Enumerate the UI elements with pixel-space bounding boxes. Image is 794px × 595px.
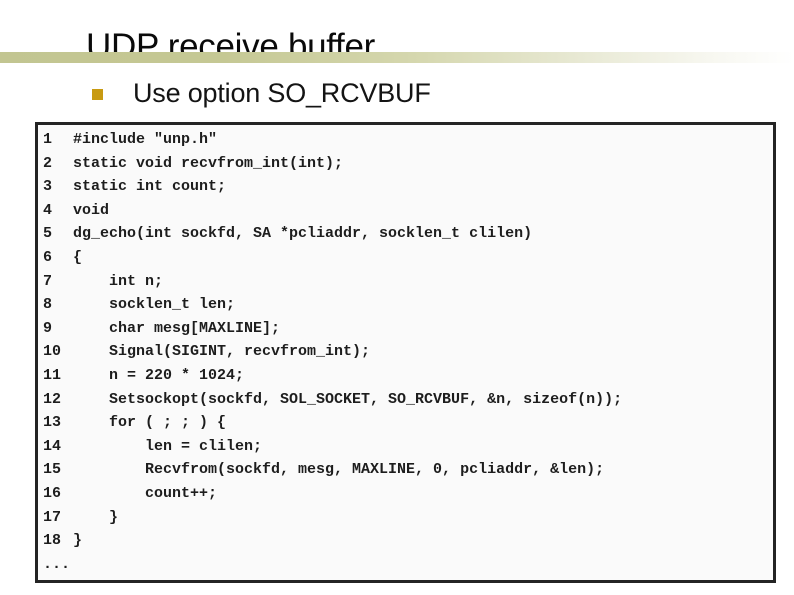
- code-line-text: int n;: [73, 272, 164, 290]
- code-line-number: 10: [43, 343, 62, 361]
- code-line: 14 len = clilen;: [38, 438, 773, 462]
- code-line-text: #include "unp.h": [73, 131, 218, 148]
- code-line: 16 count++;: [38, 485, 773, 509]
- code-line: 6{: [38, 249, 773, 273]
- page-title: UDP receive buffer: [86, 27, 376, 67]
- code-line-text: static int count;: [73, 178, 227, 196]
- code-line-number: 5: [43, 225, 53, 243]
- title-divider: [0, 52, 794, 63]
- code-line-text: Recvfrom(sockfd, mesg, MAXLINE, 0, pclia…: [73, 461, 605, 479]
- code-line-number: 4: [43, 201, 53, 219]
- code-line-number: 18: [43, 532, 62, 550]
- code-line: 15 Recvfrom(sockfd, mesg, MAXLINE, 0, pc…: [38, 461, 773, 485]
- code-line-text: static void recvfrom_int(int);: [73, 154, 344, 172]
- code-line-number: 3: [43, 178, 53, 196]
- code-line: 12 Setsockopt(sockfd, SOL_SOCKET, SO_RCV…: [38, 391, 773, 415]
- code-line-number: 16: [43, 484, 62, 502]
- code-line: 7 int n;: [38, 273, 773, 297]
- code-line-number: 17: [43, 508, 62, 526]
- code-line-number: 8: [43, 296, 53, 314]
- code-line: ...: [38, 556, 773, 580]
- code-line-text: socklen_t len;: [73, 296, 236, 314]
- code-line-number: ...: [43, 555, 71, 573]
- code-line-text: for ( ; ; ) {: [73, 414, 227, 432]
- code-line-text: char mesg[MAXLINE];: [73, 319, 281, 337]
- code-line: 5 dg_echo(int sockfd, SA *pcliaddr, sockl…: [38, 225, 773, 249]
- code-line-number: 15: [43, 461, 62, 479]
- code-line-number: 6: [43, 248, 53, 266]
- code-line-text: len = clilen;: [73, 437, 263, 455]
- code-line: 17 }: [38, 509, 773, 533]
- code-line: 1 #include "unp.h": [38, 131, 773, 155]
- code-line-text: {: [73, 248, 83, 266]
- square-bullet-icon: [92, 89, 103, 100]
- code-line: 9 char mesg[MAXLINE];: [38, 320, 773, 344]
- code-line: 8 socklen_t len;: [38, 296, 773, 320]
- code-line: 3 static int count;: [38, 178, 773, 202]
- code-line-text: Setsockopt(sockfd, SOL_SOCKET, SO_RCVBUF…: [73, 390, 623, 408]
- code-listing-box: 1 #include "unp.h" 2 static void recvfrom_i…: [35, 122, 776, 583]
- bullet-item-label: Use option SO_RCVBUF: [133, 78, 431, 108]
- code-line-number: 14: [43, 437, 62, 455]
- code-line-number: 7: [43, 272, 53, 290]
- code-line-number: 9: [43, 319, 53, 337]
- code-line: 18}: [38, 532, 773, 556]
- code-line-text: dg_echo(int sockfd, SA *pcliaddr, sockle…: [73, 225, 533, 243]
- code-line: 4 void: [38, 202, 773, 226]
- bullet-list-item: Use option SO_RCVBUF: [92, 74, 431, 112]
- code-line-number: 2: [43, 154, 53, 172]
- code-line-text: }: [73, 532, 83, 550]
- code-line-number: 12: [43, 390, 62, 408]
- code-line-number: 1: [43, 131, 53, 148]
- code-line-number: 13: [43, 414, 62, 432]
- code-line-text: n = 220 * 1024;: [73, 366, 245, 384]
- code-line: 2 static void recvfrom_int(int);: [38, 155, 773, 179]
- code-line-text: }: [73, 508, 119, 526]
- code-line-text: void: [73, 201, 110, 219]
- code-line-text: count++;: [73, 484, 218, 502]
- code-line: 10 Signal(SIGINT, recvfrom_int);: [38, 343, 773, 367]
- code-line-list: 1 #include "unp.h" 2 static void recvfrom_i…: [38, 125, 773, 579]
- code-line-text: Signal(SIGINT, recvfrom_int);: [73, 343, 371, 361]
- code-line: 13 for ( ; ; ) {: [38, 414, 773, 438]
- code-line-number: 11: [43, 366, 62, 384]
- code-line: 11 n = 220 * 1024;: [38, 367, 773, 391]
